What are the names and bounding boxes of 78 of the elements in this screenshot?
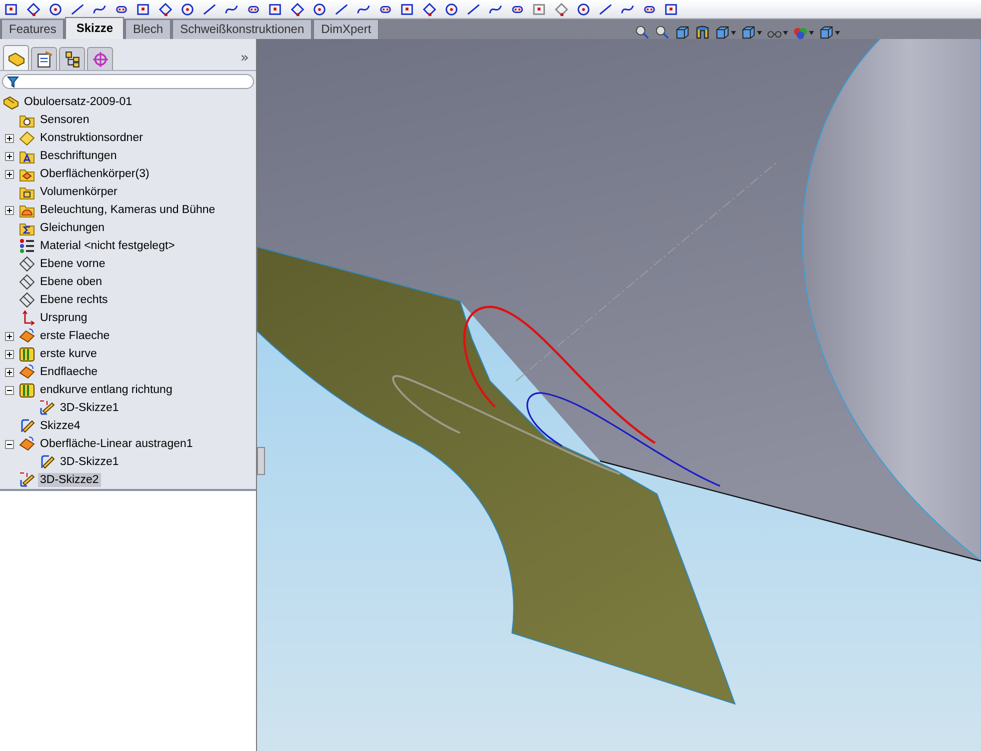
caret-icon[interactable] — [783, 30, 788, 34]
tree-item[interactable]: 3D-Skizze2 — [38, 473, 101, 487]
dimxpert-icon — [92, 50, 108, 68]
tree-item[interactable]: Gleichungen — [38, 221, 107, 235]
tree-item[interactable]: 3D-Skizze1 — [58, 401, 121, 415]
caret-icon[interactable] — [835, 30, 840, 34]
command-tab[interactable]: Features — [1, 19, 64, 39]
plus-icon — [6, 134, 13, 142]
tree-item[interactable]: Endflaeche — [38, 365, 100, 379]
section-view-icon[interactable] — [695, 25, 710, 40]
command-tab[interactable]: Blech — [125, 19, 172, 39]
collapse-toggle[interactable] — [5, 386, 14, 394]
expand-toggle[interactable] — [5, 350, 14, 358]
properties-icon — [36, 50, 52, 68]
tree-item[interactable]: 3D-Skizze1 — [58, 455, 121, 469]
feature-tree-icon — [8, 50, 24, 66]
tree-item[interactable]: Material <nicht festgelegt> — [38, 239, 177, 253]
tree-item[interactable]: Ebene oben — [38, 275, 104, 289]
zoom-fit-icon[interactable] — [635, 25, 650, 40]
expand-toggle[interactable] — [5, 134, 14, 142]
tree-item[interactable]: erste Flaeche — [38, 329, 112, 343]
tree-item[interactable]: Obuloersatz-2009-01 — [22, 95, 134, 109]
material-icon — [19, 238, 35, 254]
splitter-handle[interactable] — [257, 447, 265, 475]
tree-item[interactable]: Oberfläche-Linear austragen1 — [38, 437, 195, 451]
design-folder-icon — [19, 130, 35, 146]
tree-item[interactable]: Sensoren — [38, 113, 92, 127]
tree-item[interactable]: Skizze4 — [38, 419, 82, 433]
zoom-area-icon[interactable] — [655, 25, 670, 40]
surface-icon — [19, 436, 35, 452]
tree-item[interactable]: Konstruktionsordner — [38, 131, 145, 145]
curve-icon — [19, 346, 35, 362]
command-tab[interactable]: DimXpert — [313, 19, 380, 39]
plus-icon — [6, 170, 13, 178]
expand-toggle[interactable] — [5, 332, 14, 340]
part-icon — [3, 94, 19, 110]
plane-icon — [19, 256, 35, 272]
feature-tree-tab[interactable] — [3, 45, 29, 70]
filter-icon — [7, 76, 19, 88]
tree-item[interactable]: Volumenkörper — [38, 185, 120, 199]
configurations-icon — [64, 50, 80, 68]
sketch3d-icon — [19, 472, 35, 488]
surface-icon — [19, 364, 35, 380]
plus-icon — [6, 350, 13, 358]
curve-icon — [19, 382, 35, 398]
caret-icon[interactable] — [757, 30, 762, 34]
tree-item[interactable]: Beschriftungen — [38, 149, 119, 163]
plus-icon — [6, 368, 13, 376]
command-tab[interactable]: Schweißkonstruktionen — [172, 19, 312, 39]
plus-icon — [6, 152, 13, 160]
view-orientation-icon[interactable] — [715, 25, 730, 40]
tree-item[interactable]: endkurve entlang richtung — [38, 383, 174, 397]
caret-icon[interactable] — [731, 30, 736, 34]
tree-item[interactable]: Oberflächenkörper(3) — [38, 167, 152, 181]
plus-icon — [6, 332, 13, 340]
tree-item[interactable]: Ebene vorne — [38, 257, 108, 271]
tree-item[interactable]: erste kurve — [38, 347, 99, 361]
more-tabs-button[interactable]: » — [236, 50, 253, 70]
plane-icon — [19, 274, 35, 290]
tree-item[interactable]: Beleuchtung, Kameras und Bühne — [38, 203, 218, 217]
centerline-icon[interactable] — [70, 2, 85, 16]
expand-toggle[interactable] — [5, 152, 14, 160]
sketch3d-icon — [39, 400, 55, 416]
command-tab[interactable]: Skizze — [65, 17, 124, 39]
expand-toggle[interactable] — [5, 170, 14, 178]
expand-toggle[interactable] — [5, 368, 14, 376]
expand-toggle[interactable] — [5, 206, 14, 214]
properties-tab[interactable] — [31, 47, 57, 70]
collapse-toggle[interactable] — [5, 440, 14, 448]
filter-field[interactable] — [2, 74, 254, 89]
display-style-icon[interactable] — [741, 25, 756, 40]
tree-item[interactable]: Ursprung — [38, 311, 90, 325]
plus-icon — [6, 206, 13, 214]
configurations-tab[interactable] — [59, 47, 85, 70]
plane-icon — [19, 292, 35, 308]
caret-icon[interactable] — [809, 30, 814, 34]
tree-item[interactable]: Ebene rechts — [38, 293, 110, 307]
surface-icon — [19, 328, 35, 344]
